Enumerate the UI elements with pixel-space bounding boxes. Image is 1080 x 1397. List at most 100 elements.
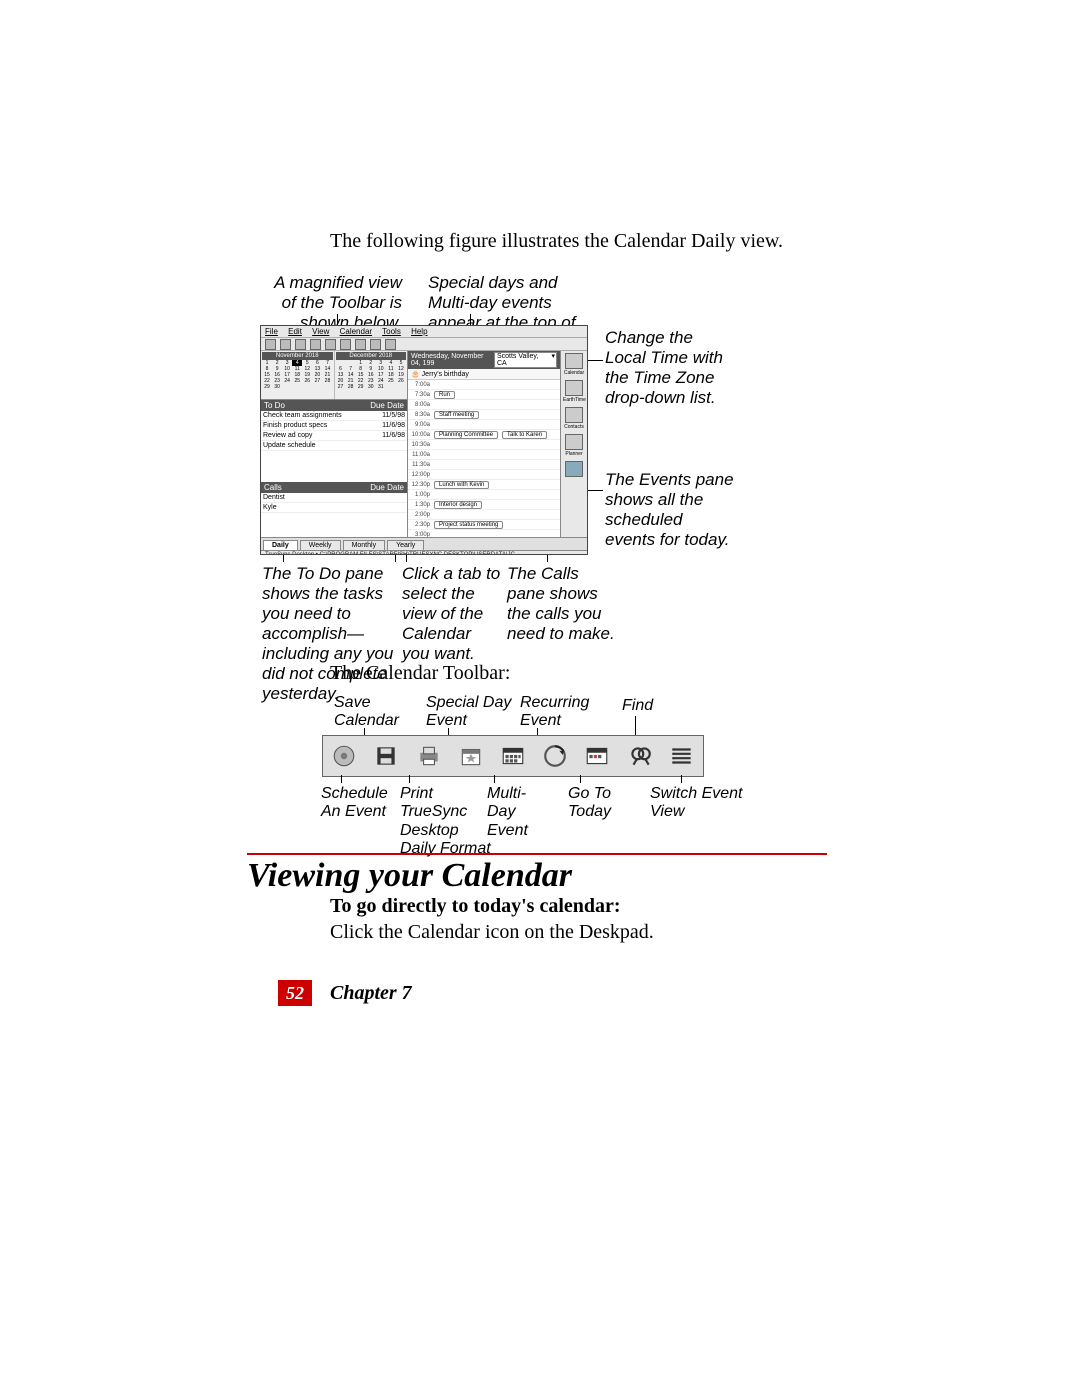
menu-edit[interactable]: Edit	[288, 327, 302, 336]
schedule-row[interactable]: 8:00a	[408, 400, 560, 410]
mini-calendar-1[interactable]: November 2018 1234567 891011121314 15161…	[261, 351, 335, 399]
calls-header: Calls Due Date	[261, 482, 407, 493]
label-find: Find	[622, 697, 672, 715]
calls-due-label: Due Date	[370, 483, 404, 492]
toolbar-icon[interactable]	[280, 339, 291, 350]
schedule-row[interactable]: 1:00p	[408, 490, 560, 500]
events-date: Wednesday, November 04, 199	[411, 353, 494, 367]
label-special-day: Special Day Event	[426, 694, 516, 731]
menu-view[interactable]: View	[312, 327, 329, 336]
tab-monthly[interactable]: Monthly	[343, 540, 386, 550]
tab-yearly[interactable]: Yearly	[387, 540, 424, 550]
page-number: 52	[278, 980, 312, 1006]
leader-tick	[580, 775, 581, 783]
body-text: Click the Calendar icon on the Deskpad.	[330, 921, 654, 944]
multiday-event-icon[interactable]	[498, 742, 528, 770]
todo-item[interactable]: Review ad copy11/6/98	[261, 431, 407, 441]
toolbar-icon[interactable]	[295, 339, 306, 350]
schedule-row[interactable]: 2:00p	[408, 510, 560, 520]
label-schedule-event: Schedule An Event	[321, 785, 396, 822]
toolbar-icon[interactable]	[355, 339, 366, 350]
toolbar-icon[interactable]	[340, 339, 351, 350]
todo-pane[interactable]: Check team assignments11/5/98 Finish pro…	[261, 411, 407, 482]
schedule-row[interactable]: 7:30aRun	[408, 390, 560, 400]
status-bar: TrueSync Desktop • C:\PROGRAM FILES\STAR…	[261, 550, 587, 555]
todo-item[interactable]: Finish product specs11/6/98	[261, 421, 407, 431]
label-switch-view: Switch Event View	[650, 785, 750, 822]
switch-view-icon[interactable]	[667, 742, 697, 770]
toolbar-icon[interactable]	[370, 339, 381, 350]
toolbar-icon[interactable]	[310, 339, 321, 350]
schedule-row[interactable]: 3:00p	[408, 530, 560, 537]
leader-tick	[681, 775, 682, 783]
calendar-toolbar	[322, 735, 704, 777]
menu-tools[interactable]: Tools	[382, 327, 401, 336]
label-goto-today: Go To Today	[568, 785, 623, 822]
chapter-label: Chapter 7	[330, 982, 412, 1005]
schedule-row[interactable]: 8:30aStaff meeting	[408, 410, 560, 420]
side-nav-calendar[interactable]: Calendar	[563, 353, 585, 376]
events-header: Wednesday, November 04, 199 Scotts Valle…	[408, 351, 560, 369]
save-calendar-icon[interactable]	[371, 742, 401, 770]
schedule-event-icon[interactable]	[329, 742, 359, 770]
schedule-row[interactable]: 12:30pLunch with Kevin	[408, 480, 560, 490]
print-icon[interactable]	[414, 742, 444, 770]
schedule-row[interactable]: 1:30pInterior design	[408, 500, 560, 510]
todo-item[interactable]: Check team assignments11/5/98	[261, 411, 407, 421]
schedule-row[interactable]: 2:30pProject status meeting	[408, 520, 560, 530]
tab-daily[interactable]: Daily	[263, 540, 298, 550]
leader-tick	[341, 775, 342, 783]
due-header-label: Due Date	[370, 401, 404, 410]
label-recurring: Recurring Event	[520, 694, 600, 731]
callout-calls-pane: The Calls pane shows the calls you need …	[507, 564, 617, 644]
section-title: Viewing your Calendar	[247, 857, 572, 895]
label-print: Print TrueSync Desktop Daily Format	[400, 785, 495, 859]
special-day-icon[interactable]	[456, 742, 486, 770]
toolbar-caption: The Calendar Toolbar:	[330, 662, 510, 685]
toolbar-icon[interactable]	[265, 339, 276, 350]
page-footer: 52 Chapter 7	[278, 980, 412, 1006]
mini-calendar-2[interactable]: December 2018 12345 6789101112 131415161…	[335, 351, 408, 399]
goto-today-icon[interactable]	[582, 742, 612, 770]
section-rule	[247, 853, 827, 855]
mini-calendar-2-header: December 2018	[336, 352, 407, 360]
side-nav-sync[interactable]	[563, 461, 585, 478]
leader-tick	[635, 716, 636, 736]
todo-header-label: To Do	[264, 401, 285, 410]
todo-item[interactable]: Update schedule	[261, 441, 407, 451]
callout-events-pane: The Events pane shows all the scheduled …	[605, 470, 735, 550]
menu-file[interactable]: File	[265, 327, 278, 336]
side-nav-contacts[interactable]: Contacts	[563, 407, 585, 430]
schedule-row[interactable]: 10:30a	[408, 440, 560, 450]
calls-pane[interactable]: Dentist Kyle	[261, 493, 407, 537]
find-icon[interactable]	[625, 742, 655, 770]
leader-tick	[494, 775, 495, 783]
call-item[interactable]: Dentist	[261, 493, 407, 503]
toolbar-icon[interactable]	[325, 339, 336, 350]
tab-weekly[interactable]: Weekly	[300, 540, 341, 550]
menu-bar[interactable]: File Edit View Calendar Tools Help	[261, 326, 587, 338]
callout-tabs-hint: Click a tab to select the view of the Ca…	[402, 564, 502, 664]
side-nav-earthtime[interactable]: EarthTime	[563, 380, 585, 403]
schedule-row[interactable]: 9:00a	[408, 420, 560, 430]
label-multiday: Multi-Day Event	[487, 785, 542, 840]
timezone-dropdown[interactable]: Scotts Valley, CA	[494, 352, 557, 368]
schedule-row[interactable]: 10:00aPlanning CommitteeTalk to Karen	[408, 430, 560, 440]
side-nav-planner[interactable]: Planner	[563, 434, 585, 457]
label-save-calendar: Save Calendar	[334, 694, 404, 731]
schedule-row[interactable]: 12:00p	[408, 470, 560, 480]
menu-calendar[interactable]: Calendar	[340, 327, 372, 336]
events-pane[interactable]: 7:00a7:30aRun8:00a8:30aStaff meeting9:00…	[408, 380, 560, 537]
special-day-banner[interactable]: 🎂 Jerry's birthday	[408, 369, 560, 380]
recurring-event-icon[interactable]	[540, 742, 570, 770]
menu-help[interactable]: Help	[411, 327, 427, 336]
view-tabs: Daily Weekly Monthly Yearly	[261, 537, 587, 550]
calls-header-label: Calls	[264, 483, 282, 492]
call-item[interactable]: Kyle	[261, 503, 407, 513]
schedule-row[interactable]: 7:00a	[408, 380, 560, 390]
schedule-row[interactable]: 11:00a	[408, 450, 560, 460]
toolbar-icon[interactable]	[385, 339, 396, 350]
leader-tick	[409, 775, 410, 783]
callout-timezone: Change the Local Time with the Time Zone…	[605, 328, 735, 408]
schedule-row[interactable]: 11:30a	[408, 460, 560, 470]
